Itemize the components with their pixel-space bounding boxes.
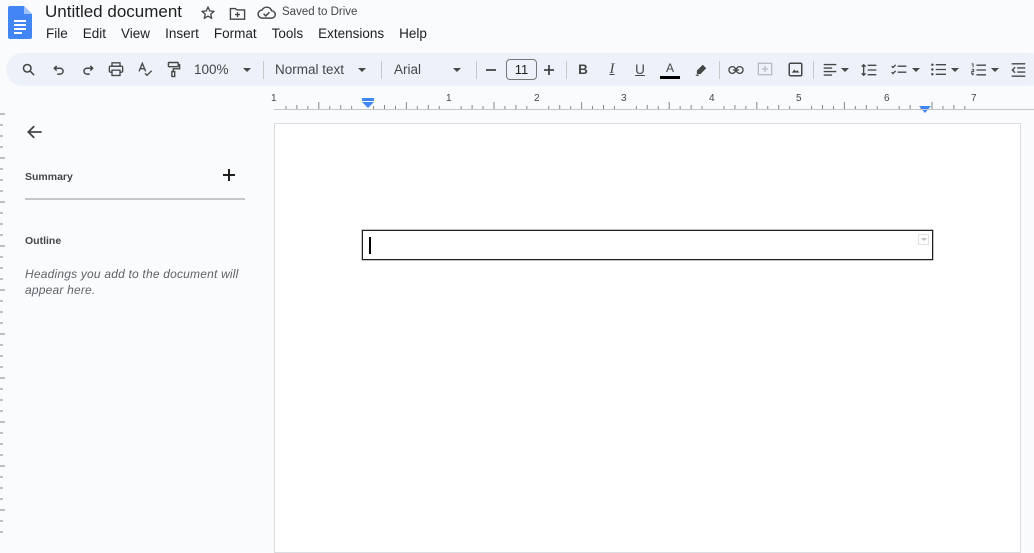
- menu-bar: File Edit View Insert Format Tools Exten…: [46, 26, 442, 41]
- chevron-down-icon: [358, 67, 367, 72]
- checklist-icon: [890, 64, 906, 75]
- decrease-font-icon[interactable]: [483, 53, 499, 86]
- line-spacing-icon[interactable]: [859, 53, 879, 86]
- redo-icon[interactable]: [78, 53, 98, 86]
- outline-heading: Outline: [25, 235, 62, 247]
- bold-button[interactable]: B: [574, 53, 592, 86]
- menu-format[interactable]: Format: [214, 26, 257, 41]
- align-left-button[interactable]: [821, 53, 851, 86]
- document-page[interactable]: [274, 123, 1021, 553]
- toolbar-divider: [263, 61, 264, 79]
- ruler-baseline: [274, 109, 1034, 110]
- menu-help[interactable]: Help: [399, 26, 427, 41]
- zoom-value: 100%: [194, 62, 229, 77]
- docs-logo-icon[interactable]: [8, 6, 32, 39]
- paint-format-icon[interactable]: [164, 53, 184, 86]
- italic-label: I: [609, 61, 615, 77]
- plus-icon: [223, 169, 235, 181]
- zoom-select[interactable]: 100%: [194, 53, 254, 86]
- numbered-list-icon: [971, 62, 986, 75]
- checklist-button[interactable]: [889, 53, 921, 86]
- toolbar-divider: [719, 61, 720, 79]
- toolbar: 100% Normal text Arial 11 B I U A: [6, 53, 1034, 86]
- chevron-down-icon: [242, 67, 251, 72]
- highlight-icon[interactable]: [691, 53, 711, 86]
- ruler-label: 5: [796, 93, 802, 104]
- menu-insert[interactable]: Insert: [165, 26, 199, 41]
- spellcheck-icon[interactable]: [135, 53, 155, 86]
- text-color-swatch: [660, 76, 680, 79]
- font-select[interactable]: Arial: [394, 53, 466, 86]
- save-status[interactable]: Saved to Drive: [282, 6, 357, 18]
- underline-button[interactable]: U: [631, 53, 649, 86]
- search-icon[interactable]: [18, 53, 38, 86]
- text-cursor: [369, 237, 371, 254]
- chevron-down-icon: [991, 67, 999, 72]
- decrease-indent-icon[interactable]: [1008, 53, 1028, 86]
- move-to-folder-icon[interactable]: [227, 3, 247, 23]
- document-text-box[interactable]: [362, 230, 933, 260]
- chevron-down-icon: [453, 67, 462, 72]
- bulleted-list-icon: [931, 63, 946, 76]
- back-arrow-icon[interactable]: [25, 122, 47, 144]
- link-icon[interactable]: [726, 53, 746, 86]
- toolbar-divider: [566, 61, 567, 79]
- chevron-down-icon: [841, 67, 849, 72]
- horizontal-ruler[interactable]: 1 1 2 3 4 5 6 7: [271, 89, 1034, 114]
- chevron-down-icon: [911, 67, 920, 72]
- print-icon[interactable]: [106, 53, 126, 86]
- cloud-saved-icon[interactable]: [256, 3, 276, 23]
- top-bar: Untitled document Saved to Drive File Ed…: [0, 0, 1034, 52]
- menu-edit[interactable]: Edit: [83, 26, 106, 41]
- star-icon[interactable]: [198, 3, 218, 23]
- ruler-label: 1: [271, 93, 277, 104]
- ruler-label: 2: [534, 93, 540, 104]
- menu-extensions[interactable]: Extensions: [318, 26, 384, 41]
- outline-sidebar: Summary Outline Headings you add to the …: [5, 112, 270, 540]
- summary-divider: [25, 198, 245, 200]
- text-box-dropdown[interactable]: [918, 234, 929, 245]
- toolbar-divider: [476, 61, 477, 79]
- text-color-button[interactable]: A: [659, 53, 681, 86]
- left-indent-marker[interactable]: [362, 96, 374, 114]
- bulleted-list-button[interactable]: [929, 53, 961, 86]
- toolbar-divider: [381, 61, 382, 79]
- font-size-input[interactable]: 11: [506, 59, 537, 80]
- chevron-down-icon: [920, 238, 927, 241]
- increase-font-icon[interactable]: [541, 53, 557, 86]
- insert-image-icon[interactable]: [785, 53, 805, 86]
- menu-view[interactable]: View: [121, 26, 150, 41]
- style-select[interactable]: Normal text: [275, 53, 370, 86]
- font-value: Arial: [394, 62, 422, 77]
- summary-heading: Summary: [25, 171, 73, 183]
- add-summary-button[interactable]: [221, 167, 237, 183]
- chevron-down-icon: [951, 67, 959, 72]
- undo-icon[interactable]: [49, 53, 69, 86]
- menu-tools[interactable]: Tools: [272, 26, 304, 41]
- ruler-label: 4: [709, 93, 715, 104]
- document-title[interactable]: Untitled document: [45, 2, 182, 22]
- style-value: Normal text: [275, 62, 345, 77]
- ruler-label: 1: [446, 93, 452, 104]
- ruler-label: 3: [621, 93, 627, 104]
- ruler-label: 6: [884, 93, 890, 104]
- menu-file[interactable]: File: [46, 26, 68, 41]
- italic-button[interactable]: I: [603, 53, 621, 86]
- text-color-label: A: [665, 61, 674, 75]
- toolbar-divider: [813, 61, 814, 79]
- numbered-list-button[interactable]: [969, 53, 1001, 86]
- ruler-label: 7: [971, 93, 977, 104]
- add-comment-icon[interactable]: [755, 53, 775, 86]
- outline-empty-message: Headings you add to the document will ap…: [25, 267, 239, 297]
- align-left-icon: [823, 63, 837, 76]
